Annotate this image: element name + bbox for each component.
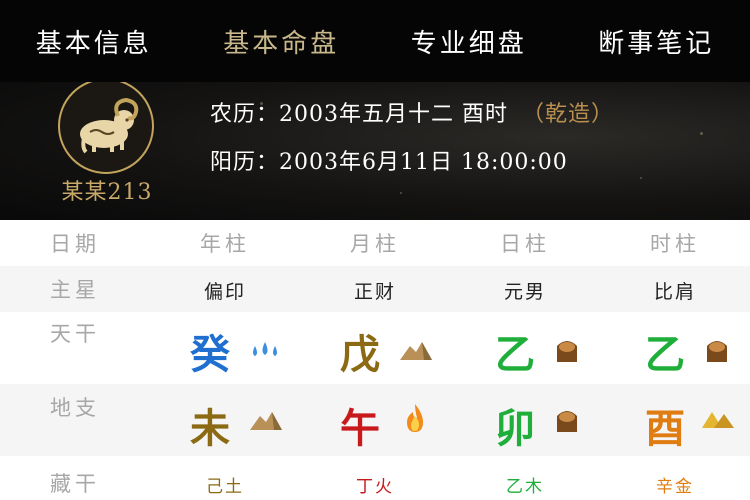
- dizhi-month: 午: [340, 405, 380, 452]
- user-name: 某某213: [61, 180, 153, 205]
- main-star-day: 元男: [503, 281, 546, 303]
- earth-mound-icon: [400, 342, 432, 360]
- gold-ingot-icon: [702, 412, 734, 428]
- row-label-dizhi: 地支: [50, 396, 100, 420]
- solar-date-line: 阳历：2003年6月11日 18:00:00: [210, 144, 568, 176]
- lunar-label: 农历：: [210, 102, 280, 127]
- table-row-dizhi: 地支 未 午 卯 酉: [0, 384, 750, 456]
- table-row-main-star: 主星 偏印 正财 元男 比肩: [0, 266, 750, 312]
- col-head-day: 日柱: [500, 232, 550, 256]
- row-label-main-star: 主星: [50, 278, 100, 302]
- table-header-row: 日期 年柱 月柱 日柱 时柱: [0, 220, 750, 266]
- earth-mound-icon: [250, 412, 282, 430]
- solar-value: 2003年6月11日 18:00:00: [279, 150, 568, 175]
- col-head-year: 年柱: [200, 232, 250, 256]
- lunar-date-line: 农历：2003年五月十二 酉时 （乾造）: [210, 96, 614, 128]
- bazi-table: 日期 年柱 月柱 日柱 时柱 主星 偏印 正财 元男 比肩 天干 癸 戊 乙 乙: [0, 220, 750, 500]
- dizhi-day: 卯: [495, 405, 535, 452]
- col-head-hour: 时柱: [650, 232, 700, 256]
- lunar-value: 2003年五月十二 酉时: [279, 102, 508, 127]
- canggan-month: 丁火: [356, 477, 394, 497]
- col-head-month: 月柱: [350, 232, 400, 256]
- nav-tab-pro-chart[interactable]: 专业细盘: [375, 23, 563, 60]
- dizhi-hour: 酉: [645, 405, 685, 452]
- wood-log-icon: [557, 411, 577, 432]
- top-nav: 基本信息 基本命盘 专业细盘 断事笔记: [0, 0, 750, 82]
- tiangan-month: 戊: [340, 331, 380, 378]
- main-star-month: 正财: [353, 281, 396, 303]
- row-label-canggan: 藏干: [50, 472, 100, 496]
- row-label-tiangan: 天干: [50, 322, 100, 346]
- main-star-hour: 比肩: [653, 281, 696, 303]
- table-row-canggan: 藏干 己土 丁火 乙木 辛金: [0, 456, 750, 500]
- tiangan-hour: 乙: [645, 331, 685, 378]
- fire-flame-icon: [407, 404, 423, 432]
- nav-tab-basic-info[interactable]: 基本信息: [0, 23, 188, 60]
- canggan-hour: 辛金: [656, 477, 694, 497]
- tiangan-day: 乙: [495, 331, 535, 378]
- canggan-day: 乙木: [506, 477, 544, 497]
- water-drops-icon: [253, 342, 277, 356]
- profile-header: 某某213 农历：2003年五月十二 酉时 （乾造） 阳历：2003年6月11日 …: [0, 82, 750, 220]
- solar-label: 阳历：: [210, 150, 280, 175]
- tiangan-year: 癸: [190, 331, 230, 378]
- row-label-date: 日期: [50, 232, 100, 256]
- avatar[interactable]: [58, 82, 154, 174]
- wood-log-icon: [707, 341, 727, 362]
- ram-zodiac-icon: [80, 97, 139, 154]
- nav-tab-notes[interactable]: 断事笔记: [563, 23, 750, 60]
- nav-tab-basic-chart[interactable]: 基本命盘: [188, 23, 376, 60]
- dizhi-year: 未: [190, 405, 230, 452]
- main-star-year: 偏印: [203, 281, 246, 303]
- gender-tag: （乾造）: [522, 102, 615, 127]
- table-row-tiangan: 天干 癸 戊 乙 乙: [0, 312, 750, 384]
- canggan-year: 己土: [206, 477, 244, 497]
- wood-log-icon: [557, 341, 577, 362]
